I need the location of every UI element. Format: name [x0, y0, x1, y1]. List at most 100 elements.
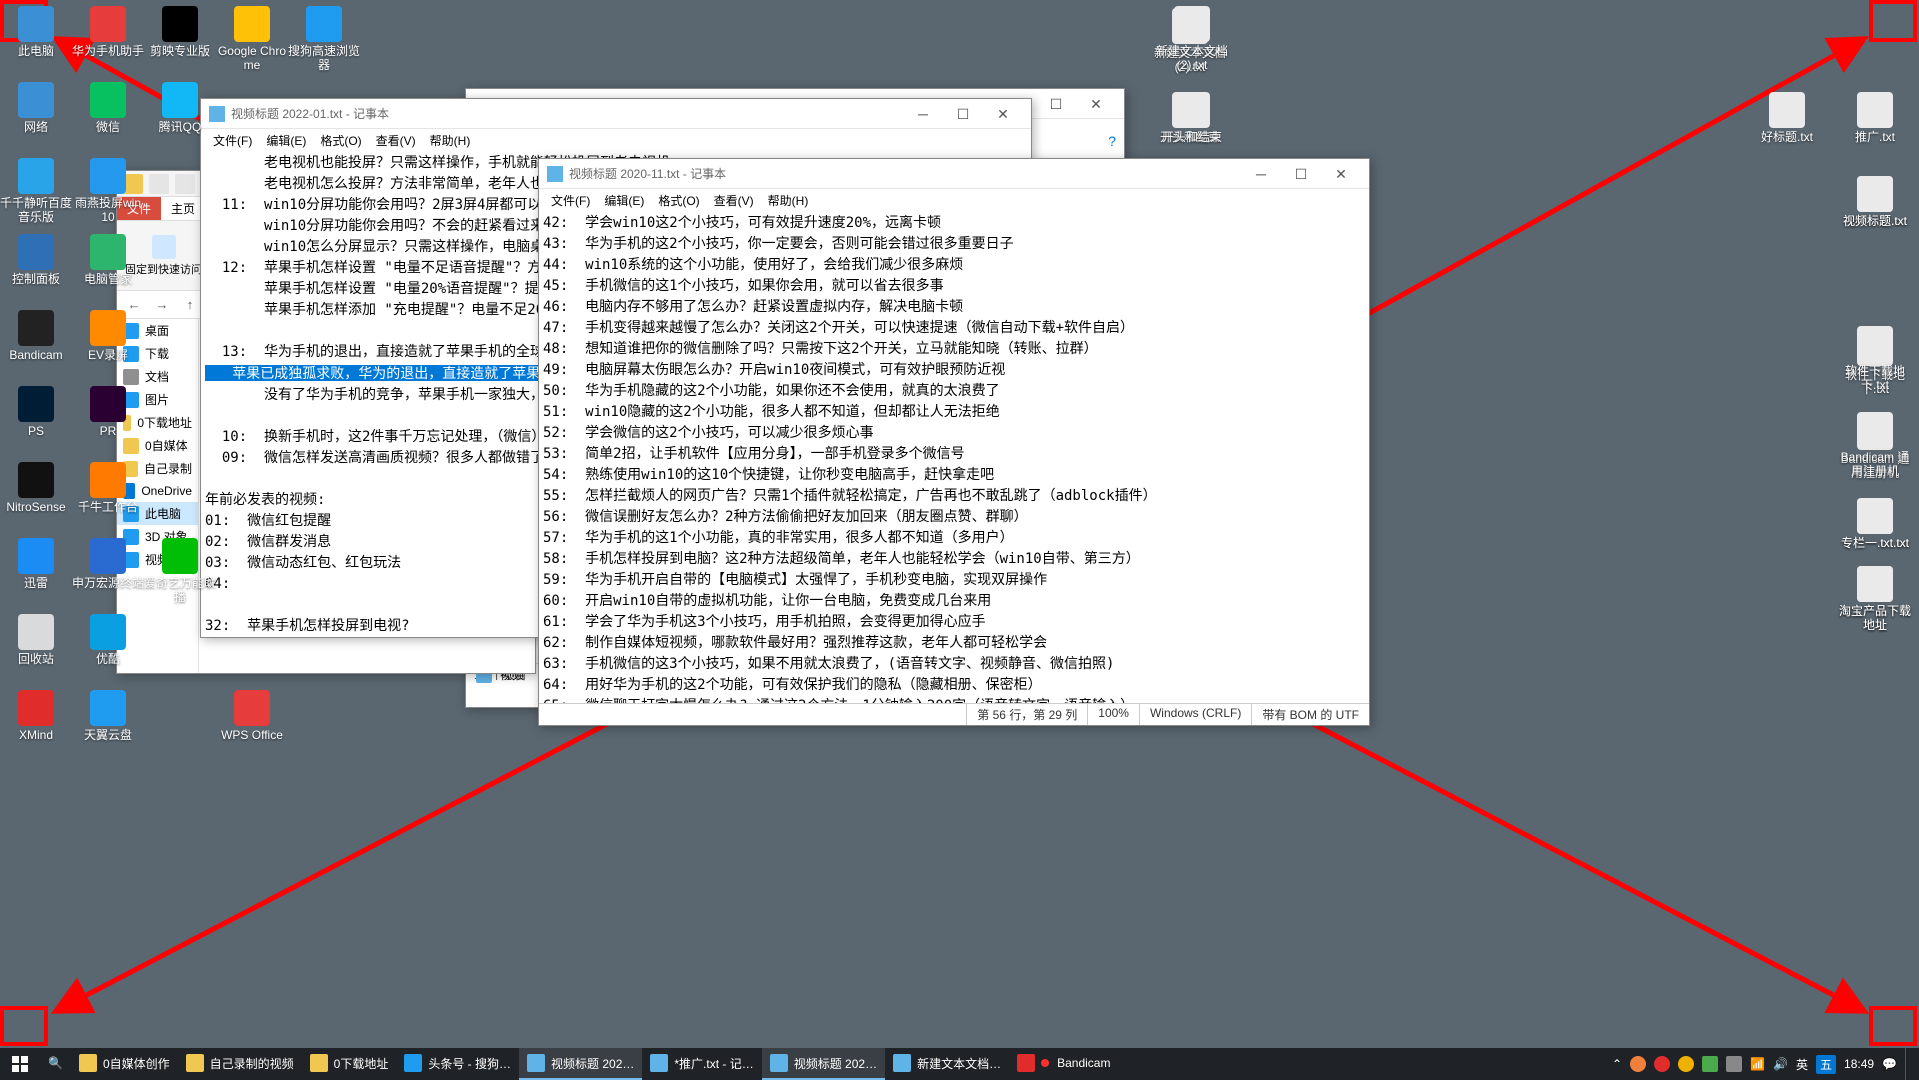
desktop-icon[interactable]: Bandicam: [0, 310, 72, 362]
taskbar[interactable]: 🔍 0自媒体创作自己录制的视频0下载地址头条号 - 搜狗…视频标题 202…*推…: [0, 1048, 1919, 1080]
sidebar-item[interactable]: 文档: [117, 365, 198, 388]
window-title: 视频标题 2022-01.txt - 记事本: [231, 105, 903, 122]
menu-item[interactable]: 查看(V): [708, 190, 760, 211]
titlebar[interactable]: 视频标题 2022-01.txt - 记事本 ─ ☐ ✕: [201, 99, 1031, 129]
qat-button[interactable]: [175, 174, 195, 194]
tray-icon[interactable]: [1702, 1056, 1718, 1072]
close-button[interactable]: ✕: [1076, 90, 1116, 118]
desktop-icon[interactable]: 好标题.txt: [1751, 92, 1823, 144]
desktop-icon[interactable]: 此电脑: [0, 6, 72, 58]
desktop-icon[interactable]: EV录屏: [72, 310, 144, 362]
menu-item[interactable]: 查看(V): [370, 130, 422, 151]
desktop-icon[interactable]: 华为手机助手: [72, 6, 144, 58]
taskbar-item[interactable]: 0自媒体创作: [71, 1048, 178, 1080]
menu-item[interactable]: 帮助(H): [424, 130, 477, 151]
desktop-icon[interactable]: 开头和结束: [1156, 92, 1228, 144]
taskbar-item[interactable]: 新建文本文档…: [885, 1048, 1009, 1080]
line-ending: Windows (CRLF): [1139, 704, 1251, 725]
desktop-icon[interactable]: 新建文本文档 (2).txt: [1156, 6, 1228, 73]
desktop-icon[interactable]: 腾讯QQ: [144, 82, 216, 134]
taskbar-item[interactable]: 自己录制的视频: [178, 1048, 302, 1080]
search-button[interactable]: 🔍: [40, 1048, 71, 1080]
app-icon: [234, 6, 270, 42]
tray-chevron-icon[interactable]: ⌃: [1612, 1057, 1622, 1071]
qat-button[interactable]: [149, 174, 169, 194]
menu-item[interactable]: 格式(O): [314, 130, 367, 151]
menubar[interactable]: 文件(F)编辑(E)格式(O)查看(V)帮助(H): [539, 189, 1369, 211]
clock[interactable]: 18:49: [1844, 1057, 1874, 1071]
network-icon[interactable]: 📶: [1750, 1057, 1765, 1071]
volume-icon[interactable]: 🔊: [1773, 1057, 1788, 1071]
start-button[interactable]: [0, 1048, 40, 1080]
desktop-icon[interactable]: 控制面板: [0, 234, 72, 286]
taskbar-item[interactable]: Bandicam: [1009, 1048, 1118, 1080]
desktop-icon[interactable]: 专栏一.txt.txt: [1839, 498, 1911, 550]
taskbar-item[interactable]: 头条号 - 搜狗…: [396, 1048, 519, 1080]
desktop-icon[interactable]: 千千静听百度音乐版: [0, 158, 72, 225]
desktop-icon[interactable]: 视频标题.txt: [1839, 176, 1911, 228]
desktop-icon[interactable]: 电脑管家: [72, 234, 144, 286]
text-area[interactable]: 42: 学会win10这2个小技巧，可有效提升速度20%，远离卡顿 43: 华为…: [539, 211, 1369, 703]
ime-indicator[interactable]: 五: [1816, 1055, 1836, 1074]
desktop-icon[interactable]: 千牛工作台: [72, 462, 144, 514]
desktop-icon[interactable]: 淘宝产品下载地址: [1839, 566, 1911, 633]
desktop-icon[interactable]: 网络: [0, 82, 72, 134]
close-button[interactable]: ✕: [983, 100, 1023, 128]
desktop-icon[interactable]: 软件下载地下.txt: [1839, 326, 1911, 393]
desktop-icon[interactable]: 回收站: [0, 614, 72, 666]
taskbar-item-label: 自己录制的视频: [210, 1055, 294, 1072]
forward-button[interactable]: →: [151, 294, 173, 316]
action-center-icon[interactable]: 💬: [1882, 1057, 1897, 1071]
desktop-icon[interactable]: 剪映专业版: [144, 6, 216, 58]
up-button[interactable]: ↑: [179, 294, 201, 316]
tray-icon[interactable]: [1678, 1056, 1694, 1072]
desktop-icon[interactable]: 推广.txt: [1839, 92, 1911, 144]
menu-item[interactable]: 编辑(E): [598, 190, 650, 211]
titlebar[interactable]: 视频标题 2020-11.txt - 记事本 ─ ☐ ✕: [539, 159, 1369, 189]
desktop-icon[interactable]: Google Chrome: [216, 6, 288, 73]
show-desktop[interactable]: [1905, 1048, 1911, 1080]
tray-icon[interactable]: [1630, 1056, 1646, 1072]
desktop-icon[interactable]: Bandicam 通用注册机: [1839, 412, 1911, 479]
system-tray[interactable]: ⌃ 📶 🔊 英 五 18:49 💬: [1612, 1048, 1919, 1080]
menu-item[interactable]: 文件(F): [545, 190, 596, 211]
tray-icon[interactable]: [1654, 1056, 1670, 1072]
minimize-button[interactable]: ─: [903, 100, 943, 128]
maximize-button[interactable]: ☐: [1036, 90, 1076, 118]
desktop-icon[interactable]: 雨燕投屏win10: [72, 158, 144, 225]
desktop-icon[interactable]: PS: [0, 386, 72, 438]
menu-item[interactable]: 编辑(E): [260, 130, 312, 151]
desktop-icon[interactable]: 微信: [72, 82, 144, 134]
menubar[interactable]: 文件(F)编辑(E)格式(O)查看(V)帮助(H): [201, 129, 1031, 151]
menu-item[interactable]: 格式(O): [652, 190, 705, 211]
tray-icon[interactable]: [1726, 1056, 1742, 1072]
desktop-icon[interactable]: 优酷: [72, 614, 144, 666]
desktop-icon[interactable]: NitroSense: [0, 462, 72, 514]
menu-item[interactable]: 帮助(H): [762, 190, 815, 211]
file-icon: [1769, 92, 1805, 128]
desktop-icon[interactable]: WPS Office: [216, 690, 288, 742]
close-button[interactable]: ✕: [1321, 160, 1361, 188]
notepad-window-2020[interactable]: 视频标题 2020-11.txt - 记事本 ─ ☐ ✕ 文件(F)编辑(E)格…: [538, 158, 1370, 726]
taskbar-item[interactable]: 视频标题 202…: [519, 1048, 642, 1080]
maximize-button[interactable]: ☐: [943, 100, 983, 128]
desktop-icon[interactable]: 迅雷: [0, 538, 72, 590]
help-icon[interactable]: ?: [1108, 133, 1116, 149]
desktop-icon[interactable]: 爱奇艺万能联播: [144, 538, 216, 605]
taskbar-item[interactable]: 0下载地址: [302, 1048, 397, 1080]
desktop-icon[interactable]: XMind: [0, 690, 72, 742]
desktop-icon[interactable]: 天翼云盘: [72, 690, 144, 742]
ime-indicator[interactable]: 英: [1796, 1056, 1808, 1073]
minimize-button[interactable]: ─: [1241, 160, 1281, 188]
desktop-icon[interactable]: 申万宏源终端: [72, 538, 144, 590]
icon-label: 淘宝产品下载地址: [1839, 604, 1911, 633]
app-icon: [893, 1054, 911, 1072]
taskbar-item[interactable]: *推广.txt - 记…: [642, 1048, 761, 1080]
desktop-icon[interactable]: 搜狗高速浏览器: [288, 6, 360, 73]
tab-home[interactable]: 主页: [161, 197, 205, 220]
desktop-icon[interactable]: PR: [72, 386, 144, 438]
taskbar-item[interactable]: 视频标题 202…: [762, 1048, 885, 1080]
app-icon: [18, 310, 54, 346]
maximize-button[interactable]: ☐: [1281, 160, 1321, 188]
app-icon: [18, 234, 54, 270]
